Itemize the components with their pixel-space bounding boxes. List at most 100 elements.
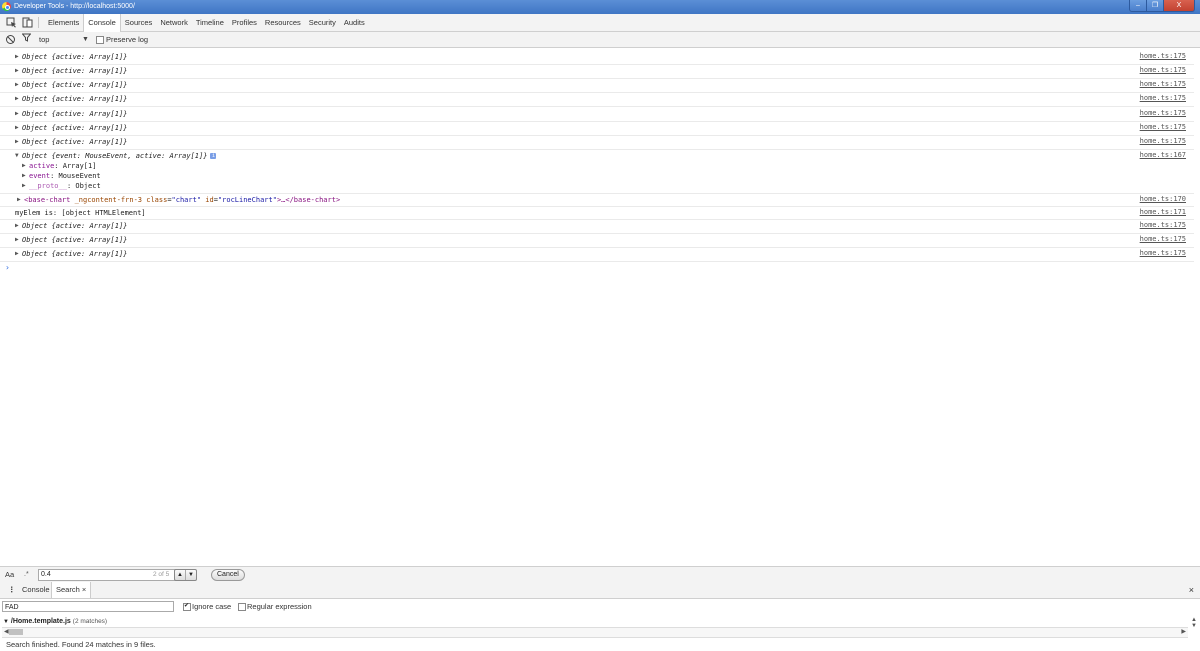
find-next-icon[interactable]: ▼ — [185, 570, 196, 580]
match-count: 2 of 5 — [153, 571, 170, 578]
log-text: myElem is: [object HTMLElement] — [15, 209, 146, 217]
console-message[interactable]: ▶ Object {active: Array[1]} home.ts:175 — [0, 136, 1194, 150]
element-attribute-name: id — [205, 196, 214, 204]
console-message[interactable]: ▶ Object {active: Array[1]} home.ts:175 — [0, 220, 1194, 234]
expand-triangle-icon[interactable]: ▶ — [22, 182, 26, 189]
property-value: : MouseEvent — [50, 172, 101, 180]
window-title: Developer Tools - http://localhost:5000/ — [14, 3, 135, 10]
source-link[interactable]: home.ts:171 — [1140, 208, 1186, 216]
scroll-right-icon[interactable]: ▶ — [1181, 628, 1186, 637]
source-link[interactable]: home.ts:175 — [1140, 249, 1186, 257]
console-message[interactable]: ▶ Object {active: Array[1]} home.ts:175 — [0, 234, 1194, 248]
tab-resources[interactable]: Resources — [261, 14, 305, 31]
drawer-tab-search[interactable]: Search × — [51, 582, 92, 598]
match-case-button[interactable]: Aa — [5, 567, 14, 582]
expand-triangle-icon[interactable]: ▶ — [15, 53, 19, 60]
info-icon[interactable]: i — [210, 153, 217, 159]
source-link[interactable]: home.ts:175 — [1140, 66, 1186, 74]
object-summary: {active: Array[1]} — [51, 138, 128, 146]
console-message[interactable]: ▶ Object {active: Array[1]} home.ts:175 — [0, 122, 1194, 136]
minimize-button[interactable]: – — [1129, 0, 1147, 12]
tab-network[interactable]: Network — [156, 14, 192, 31]
expand-triangle-icon[interactable]: ▶ — [15, 110, 19, 117]
search-result-file[interactable]: ▼ /Home.template.js (2 matches) — [3, 617, 107, 627]
collapse-triangle-icon[interactable]: ▼ — [15, 152, 19, 159]
ignore-case-checkbox[interactable] — [183, 602, 191, 611]
vertical-scrollbar[interactable]: ▲ ▼ — [1191, 617, 1197, 629]
context-select[interactable]: top — [39, 32, 49, 47]
regex-label: Regular expression — [247, 602, 312, 611]
console-message[interactable]: ▶ Object {active: Array[1]} home.ts:175 — [0, 51, 1194, 65]
console-message[interactable]: ▶ Object {active: Array[1]} home.ts:175 — [0, 248, 1194, 262]
console-prompt[interactable]: › — [5, 263, 10, 272]
panel-tabs: Elements Console Sources Network Timelin… — [44, 14, 369, 32]
expand-triangle-icon[interactable]: ▶ — [15, 138, 19, 145]
expand-triangle-icon[interactable]: ▶ — [15, 222, 19, 229]
source-link[interactable]: home.ts:175 — [1140, 80, 1186, 88]
object-label: Object — [22, 95, 48, 103]
preserve-log-checkbox[interactable] — [96, 35, 104, 44]
tab-profiles[interactable]: Profiles — [228, 14, 261, 31]
source-link[interactable]: home.ts:175 — [1140, 235, 1186, 243]
find-previous-icon[interactable]: ▲ — [175, 570, 185, 580]
search-query-input[interactable]: FAD — [2, 601, 174, 612]
regex-checkbox[interactable] — [238, 603, 246, 611]
drawer-tab-search-label: Search — [56, 585, 80, 594]
source-link[interactable]: home.ts:175 — [1140, 109, 1186, 117]
object-summary: {active: Array[1]} — [51, 236, 128, 244]
close-button[interactable]: X — [1164, 0, 1195, 12]
tab-sources[interactable]: Sources — [121, 14, 157, 31]
source-link[interactable]: home.ts:175 — [1140, 94, 1186, 102]
horizontal-scrollbar[interactable]: ◀ ▶ — [2, 627, 1188, 638]
window-titlebar: Developer Tools - http://localhost:5000/… — [0, 0, 1200, 14]
maximize-button[interactable]: ❐ — [1147, 0, 1164, 12]
tab-security[interactable]: Security — [305, 14, 340, 31]
close-drawer-icon[interactable]: × — [1189, 582, 1194, 598]
tab-timeline[interactable]: Timeline — [192, 14, 228, 31]
scroll-left-icon[interactable]: ◀ — [4, 628, 9, 637]
device-mode-icon[interactable] — [22, 17, 33, 28]
expand-triangle-icon[interactable]: ▶ — [15, 124, 19, 131]
context-dropdown-icon[interactable]: ▼ — [82, 32, 89, 47]
console-message[interactable]: ▶ Object {active: Array[1]} home.ts:175 — [0, 65, 1194, 79]
inspect-element-icon[interactable] — [6, 17, 17, 28]
clear-console-icon[interactable] — [6, 35, 15, 44]
console-message-expanded[interactable]: ▼ Object {event: MouseEvent, active: Arr… — [0, 150, 1194, 194]
cancel-button[interactable]: Cancel — [211, 569, 245, 581]
regex-button[interactable]: .* — [24, 567, 29, 582]
expand-triangle-icon[interactable]: ▶ — [17, 196, 21, 203]
preserve-log-label: Preserve log — [106, 35, 149, 44]
source-link[interactable]: home.ts:175 — [1140, 137, 1186, 145]
source-link[interactable]: home.ts:175 — [1140, 221, 1186, 229]
expand-triangle-icon[interactable]: ▶ — [15, 81, 19, 88]
object-summary: {active: Array[1]} — [51, 81, 128, 89]
source-link[interactable]: home.ts:175 — [1140, 123, 1186, 131]
source-link[interactable]: home.ts:167 — [1140, 151, 1186, 159]
console-message[interactable]: ▶ Object {active: Array[1]} home.ts:175 — [0, 79, 1194, 93]
expand-triangle-icon[interactable]: ▶ — [22, 162, 26, 169]
collapse-triangle-icon[interactable]: ▼ — [3, 619, 9, 625]
element-attribute-value: "chart" — [171, 196, 202, 204]
tab-console[interactable]: Console — [83, 14, 121, 32]
close-tab-icon[interactable]: × — [82, 585, 86, 594]
expand-triangle-icon[interactable]: ▶ — [15, 67, 19, 74]
console-message[interactable]: ▶ Object {active: Array[1]} home.ts:175 — [0, 93, 1194, 107]
expand-triangle-icon[interactable]: ▶ — [15, 250, 19, 257]
drawer-tab-console[interactable]: Console — [18, 582, 54, 598]
console-message[interactable]: myElem is: [object HTMLElement] home.ts:… — [0, 207, 1194, 220]
property-value: : Object — [66, 182, 101, 190]
object-label: Object — [22, 124, 48, 132]
drawer-menu-icon[interactable]: ⋮ — [8, 582, 16, 598]
expand-triangle-icon[interactable]: ▶ — [15, 236, 19, 243]
expand-triangle-icon[interactable]: ▶ — [15, 95, 19, 102]
expand-triangle-icon[interactable]: ▶ — [22, 172, 26, 179]
console-message-element[interactable]: ▶ <base-chart _ngcontent-frn-3 class="ch… — [0, 194, 1194, 207]
tab-audits[interactable]: Audits — [340, 14, 369, 31]
source-link[interactable]: home.ts:175 — [1140, 52, 1186, 60]
console-message[interactable]: ▶ Object {active: Array[1]} home.ts:175 — [0, 108, 1194, 122]
filter-icon[interactable] — [21, 33, 32, 46]
source-link[interactable]: home.ts:170 — [1140, 195, 1186, 203]
scrollbar-thumb[interactable] — [9, 629, 23, 635]
object-summary: {active: Array[1]} — [51, 95, 128, 103]
tab-elements[interactable]: Elements — [44, 14, 83, 31]
